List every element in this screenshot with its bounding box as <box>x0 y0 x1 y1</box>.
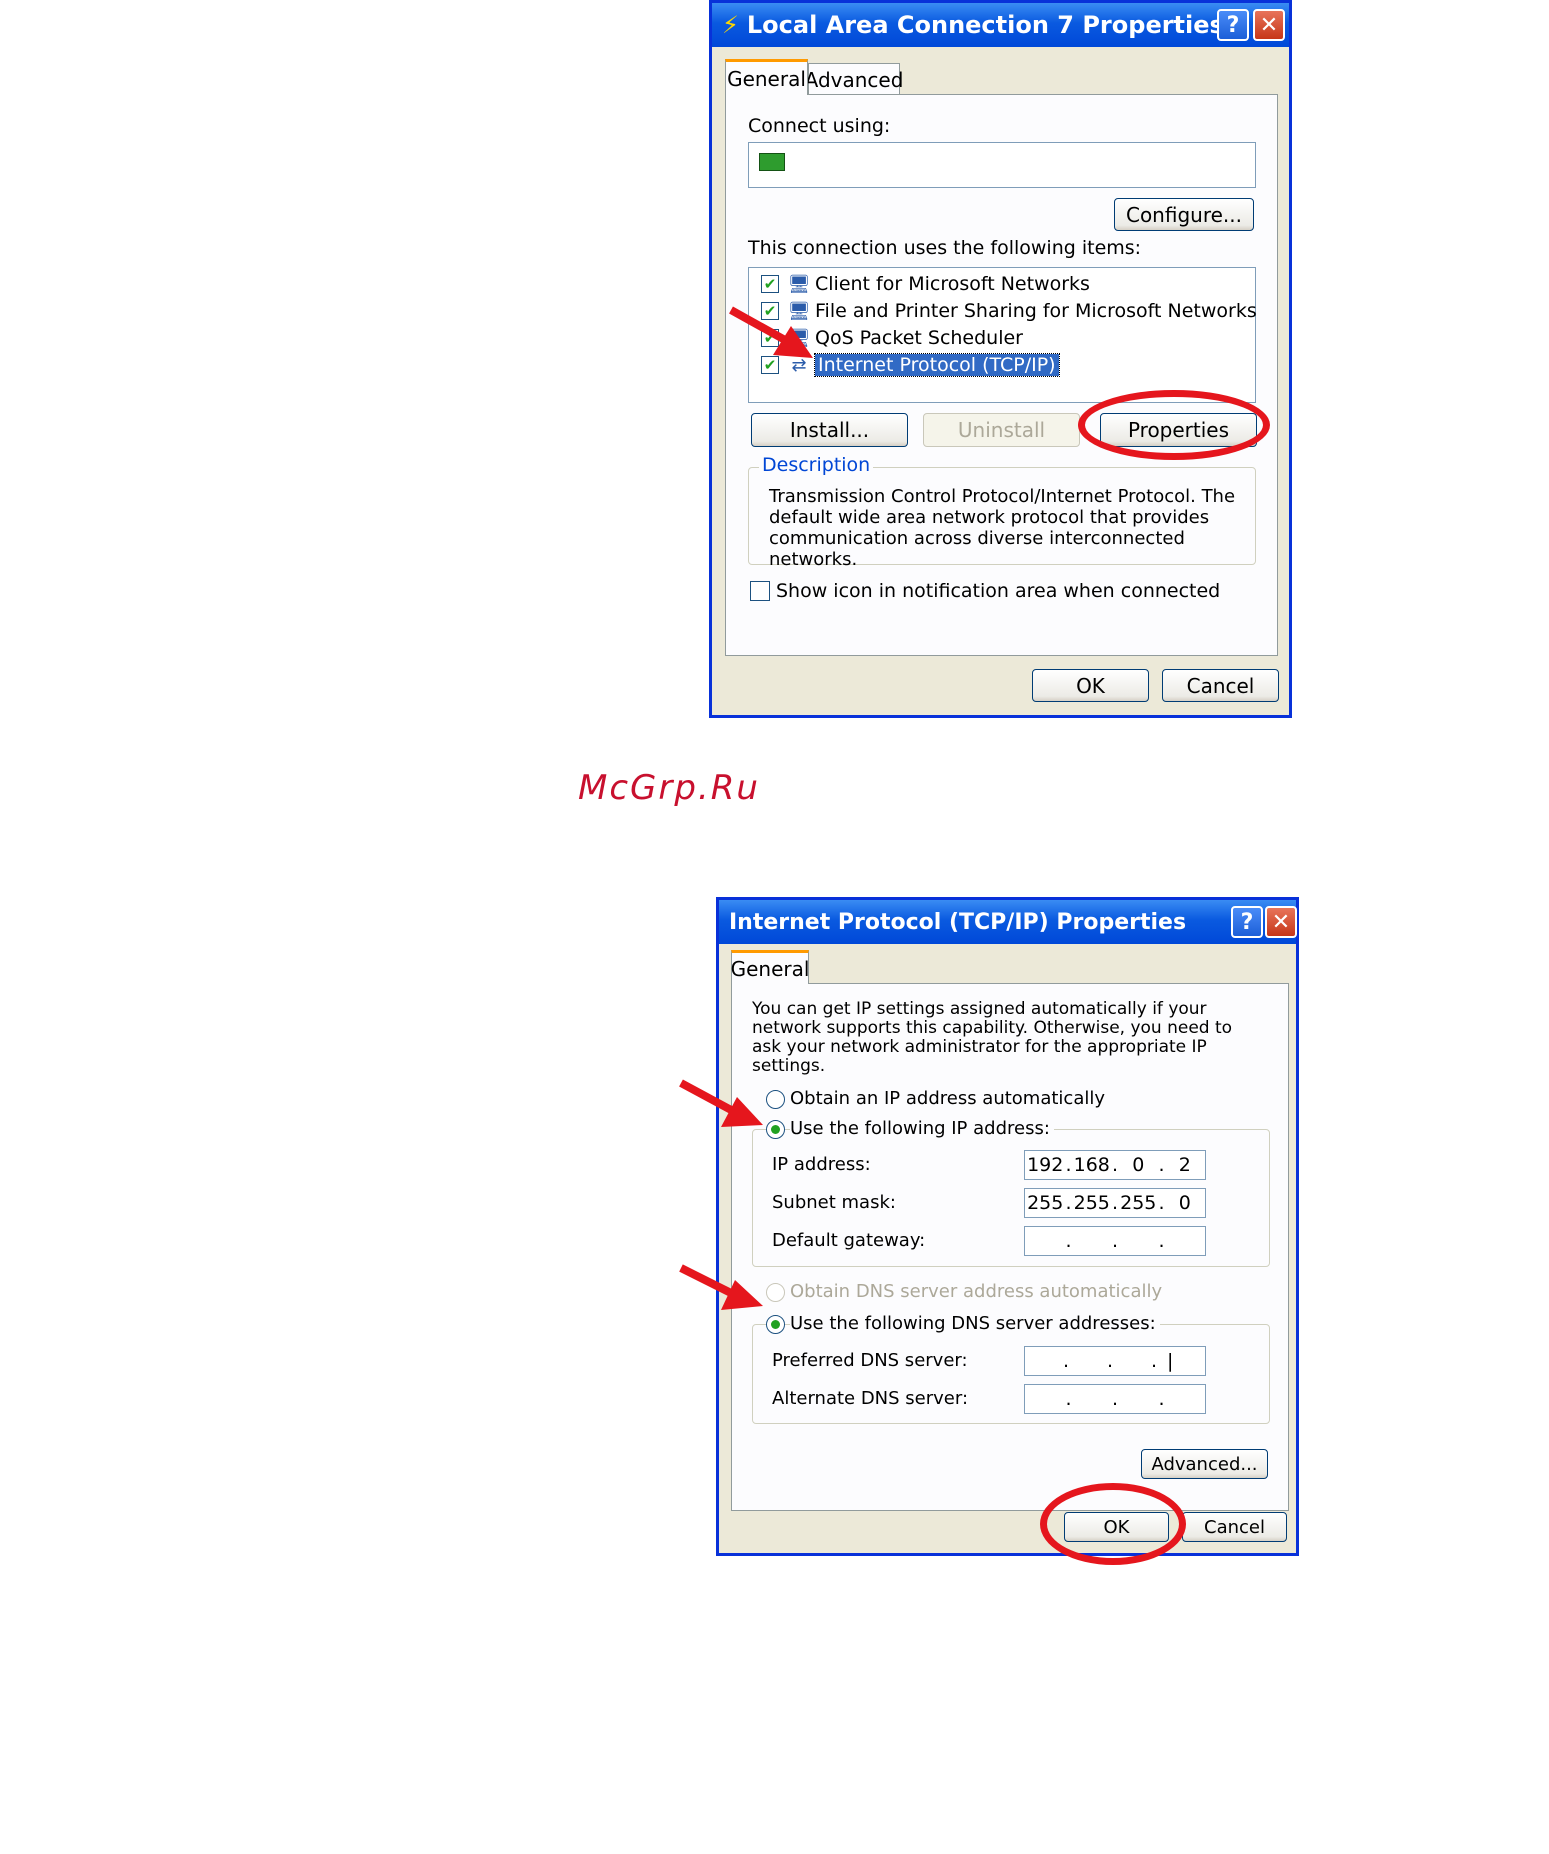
items-label: This connection uses the following items… <box>748 237 1142 259</box>
help-button[interactable]: ? <box>1217 9 1249 41</box>
ok-button[interactable]: OK <box>1032 669 1149 702</box>
list-item[interactable]: ✔ 🖥 Client for Microsoft Networks <box>761 271 1090 297</box>
general-tab-panel: Connect using: Configure... This connect… <box>725 94 1278 656</box>
list-item-selected[interactable]: ✔ ⇄ Internet Protocol (TCP/IP) <box>761 352 1060 378</box>
obtain-ip-radio[interactable] <box>766 1090 785 1109</box>
item-label: Client for Microsoft Networks <box>815 273 1090 295</box>
alternate-dns-input[interactable]: ... <box>1024 1384 1206 1414</box>
ok-button[interactable]: OK <box>1064 1512 1169 1542</box>
tab-general[interactable]: General <box>725 59 808 95</box>
local-area-connection-dialog: ⚡ Local Area Connection 7 Properties ? ✕… <box>709 0 1292 718</box>
adapter-field <box>748 142 1256 188</box>
uninstall-button: Uninstall <box>923 413 1080 447</box>
show-icon-checkbox[interactable] <box>750 581 770 601</box>
cancel-button[interactable]: Cancel <box>1182 1512 1287 1542</box>
alternate-dns-label: Alternate DNS server: <box>772 1388 969 1409</box>
description-text: Transmission Control Protocol/Internet P… <box>769 486 1236 570</box>
intro-text: You can get IP settings assigned automat… <box>752 999 1233 1076</box>
configure-button[interactable]: Configure... <box>1114 198 1254 231</box>
dialog-titlebar[interactable]: ⚡ Local Area Connection 7 Properties ? ✕ <box>712 3 1289 47</box>
subnet-octet-1: 255 <box>1027 1192 1064 1214</box>
ip-octet-4: 2 <box>1178 1154 1191 1176</box>
obtain-dns-label: Obtain DNS server address automatically <box>790 1281 1163 1302</box>
description-group: Description Transmission Control Protoco… <box>748 454 1256 570</box>
properties-button[interactable]: Properties <box>1100 413 1257 447</box>
ip-octet-3: 0 <box>1132 1154 1145 1176</box>
item-checkbox[interactable]: ✔ <box>761 356 779 374</box>
components-list[interactable]: ✔ 🖥 Client for Microsoft Networks ✔ 🖥 Fi… <box>748 267 1257 403</box>
list-item[interactable]: ✔ 🖥 QoS Packet Scheduler <box>761 325 1023 351</box>
use-ip-label: Use the following IP address: <box>790 1118 1054 1139</box>
network-adapter-icon <box>759 153 785 171</box>
watermark-text: McGrp.Ru <box>578 768 760 808</box>
file-sharing-icon: 🖥 <box>787 300 811 322</box>
protocol-icon: ⇄ <box>791 354 807 376</box>
close-button[interactable]: ✕ <box>1265 906 1297 938</box>
ip-address-label: IP address: <box>772 1154 871 1175</box>
show-icon-label: Show icon in notification area when conn… <box>776 580 1221 602</box>
use-dns-radio[interactable] <box>766 1315 785 1334</box>
tab-advanced[interactable]: Advanced <box>805 63 903 95</box>
list-item[interactable]: ✔ 🖥 File and Printer Sharing for Microso… <box>761 298 1257 324</box>
connect-using-label: Connect using: <box>748 115 891 137</box>
item-label: File and Printer Sharing for Microsoft N… <box>815 300 1257 322</box>
default-gateway-input[interactable]: ... <box>1024 1226 1206 1256</box>
use-ip-radio[interactable] <box>766 1120 785 1139</box>
ip-address-input[interactable]: 192. 168. 0. 2 <box>1024 1150 1206 1180</box>
dialog-titlebar[interactable]: Internet Protocol (TCP/IP) Properties ? … <box>719 900 1297 944</box>
obtain-dns-radio <box>766 1283 785 1302</box>
dialog-title: Local Area Connection 7 Properties <box>746 11 1224 39</box>
item-checkbox[interactable]: ✔ <box>761 329 779 347</box>
item-label: QoS Packet Scheduler <box>815 327 1023 349</box>
obtain-ip-label: Obtain an IP address automatically <box>790 1088 1106 1109</box>
tab-general[interactable]: General <box>731 950 809 984</box>
preferred-dns-input[interactable]: ... | <box>1024 1346 1206 1376</box>
use-dns-label: Use the following DNS server addresses: <box>790 1313 1160 1334</box>
advanced-button[interactable]: Advanced... <box>1141 1449 1268 1479</box>
ip-octet-2: 168 <box>1073 1154 1110 1176</box>
qos-scheduler-icon: 🖥 <box>787 327 811 349</box>
close-button[interactable]: ✕ <box>1253 9 1285 41</box>
item-checkbox[interactable]: ✔ <box>761 302 779 320</box>
default-gateway-label: Default gateway: <box>772 1230 926 1251</box>
tcpip-properties-dialog: Internet Protocol (TCP/IP) Properties ? … <box>716 897 1299 1556</box>
preferred-dns-label: Preferred DNS server: <box>772 1350 968 1371</box>
subnet-mask-input[interactable]: 255. 255. 255. 0 <box>1024 1188 1206 1218</box>
ip-octet-1: 192 <box>1027 1154 1064 1176</box>
client-network-icon: 🖥 <box>787 273 811 295</box>
dialog-title: Internet Protocol (TCP/IP) Properties <box>729 909 1187 935</box>
network-connection-icon: ⚡ <box>722 11 739 39</box>
general-tab-panel: You can get IP settings assigned automat… <box>731 983 1289 1511</box>
cancel-button[interactable]: Cancel <box>1162 669 1279 702</box>
subnet-octet-2: 255 <box>1073 1192 1110 1214</box>
help-button[interactable]: ? <box>1231 906 1263 938</box>
subnet-mask-label: Subnet mask: <box>772 1192 896 1213</box>
subnet-octet-4: 0 <box>1178 1192 1191 1214</box>
item-label: Internet Protocol (TCP/IP) <box>814 353 1060 377</box>
install-button[interactable]: Install... <box>751 413 908 447</box>
description-legend: Description <box>759 454 874 476</box>
subnet-octet-3: 255 <box>1120 1192 1157 1214</box>
item-checkbox[interactable]: ✔ <box>761 275 779 293</box>
